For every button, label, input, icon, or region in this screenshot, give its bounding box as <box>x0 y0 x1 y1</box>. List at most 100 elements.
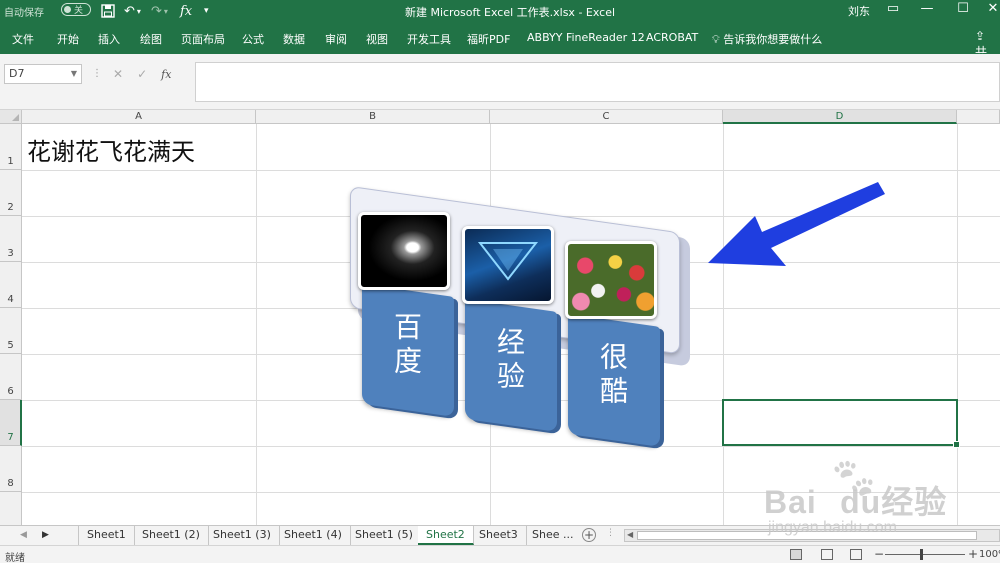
page-layout-view-icon[interactable] <box>821 549 833 560</box>
ribbon-display-icon[interactable]: ▭ <box>878 0 908 20</box>
title-bar: 自动保存 关 ↶ ▾ ↷ ▾ fx ▾ 新建 Microsoft Excel 工作表… <box>0 0 1000 22</box>
tab-formulas[interactable]: 公式 <box>242 31 264 47</box>
tab-page-layout[interactable]: 页面布局 <box>181 31 225 47</box>
scrollbar-thumb[interactable] <box>637 531 977 540</box>
tab-foxit-pdf[interactable]: 福昕PDF <box>467 31 510 47</box>
formula-bar-grip[interactable]: ⋮ <box>92 68 102 79</box>
panel-2[interactable]: 经 验 <box>465 299 557 432</box>
row-number: 4 <box>7 294 14 305</box>
panel-1[interactable]: 百 度 <box>362 284 454 417</box>
panel-2-text: 经 验 <box>465 325 557 393</box>
sheet-tab-sheet1-4[interactable]: Sheet1 (4) <box>276 526 351 545</box>
row-number: 3 <box>7 248 14 259</box>
scroll-left-arrow-icon[interactable]: ◀ <box>627 530 633 539</box>
panel-char: 百 <box>393 310 422 344</box>
sheet-tab-sheet1-5[interactable]: Sheet1 (5) <box>347 526 422 545</box>
panel-char: 经 <box>496 325 525 359</box>
horizontal-scrollbar[interactable]: ◀ <box>624 529 1000 542</box>
chevron-down-icon[interactable]: ▼ <box>71 65 77 83</box>
add-sheet-icon[interactable]: + <box>582 528 596 542</box>
enter-icon[interactable]: ✓ <box>137 67 147 81</box>
row-header-1[interactable]: 1 <box>0 124 22 170</box>
scroll-left-icon[interactable]: ◀ <box>20 530 27 540</box>
panel-1-text: 百 度 <box>362 310 454 378</box>
column-header-c[interactable]: C <box>490 110 723 124</box>
row-number: 6 <box>7 386 14 397</box>
row-header-9[interactable] <box>0 492 22 525</box>
tab-developer[interactable]: 开发工具 <box>407 31 451 47</box>
sheet-tab-sheet1[interactable]: Sheet1 <box>78 526 135 545</box>
column-header-a[interactable]: A <box>22 110 256 124</box>
column-header-d[interactable]: D <box>723 110 957 124</box>
row-number: 7 <box>7 432 14 443</box>
row-header-8[interactable]: 8 <box>0 446 22 492</box>
sheet-tab-sheet3[interactable]: Sheet3 <box>471 526 527 545</box>
formula-bar-area: D7 ▼ ⋮ ✕ ✓ fx <box>0 54 1000 110</box>
row-header-2[interactable]: 2 <box>0 170 22 216</box>
active-cell-d7[interactable] <box>722 399 960 448</box>
tulips-photo[interactable] <box>565 241 657 319</box>
formula-bar-buttons: ✕ ✓ fx <box>105 64 195 84</box>
portrait-photo[interactable] <box>358 212 450 290</box>
select-all-corner[interactable] <box>0 110 22 124</box>
zoom-in-icon[interactable]: + <box>968 547 978 561</box>
tab-view[interactable]: 视图 <box>366 31 388 47</box>
row-header-3[interactable]: 3 <box>0 216 22 262</box>
zoom-level[interactable]: 100% <box>979 549 1000 560</box>
close-icon[interactable]: ✕ <box>978 0 1000 20</box>
tab-insert[interactable]: 插入 <box>98 31 120 47</box>
panel-char: 验 <box>496 359 525 393</box>
tab-abbyy[interactable]: ABBYY FineReader 12 <box>527 31 645 44</box>
page-break-view-icon[interactable] <box>850 549 862 560</box>
tab-file[interactable]: 文件 <box>12 31 34 47</box>
gridline <box>22 492 1000 493</box>
scroll-right-icon[interactable]: ▶ <box>42 530 49 540</box>
panel-3[interactable]: 很 酷 <box>568 314 660 447</box>
zoom-slider-thumb[interactable] <box>920 549 923 560</box>
sheet-tab-sheet1-3[interactable]: Sheet1 (3) <box>205 526 280 545</box>
row-number: 1 <box>7 156 14 167</box>
arrow-icon <box>708 182 885 266</box>
row-header-5[interactable]: 5 <box>0 308 22 354</box>
tab-split-grip[interactable]: ⋮ <box>606 528 615 538</box>
blue-prism-photo[interactable] <box>462 226 554 304</box>
zoom-slider[interactable] <box>885 554 965 555</box>
zoom-out-icon[interactable]: − <box>874 547 884 561</box>
formula-input[interactable] <box>195 62 1000 102</box>
tab-home[interactable]: 开始 <box>57 31 79 47</box>
row-number: 8 <box>7 478 14 489</box>
row-header-4[interactable]: 4 <box>0 262 22 308</box>
panel-char: 很 <box>599 340 628 374</box>
gridline <box>256 124 257 525</box>
user-name[interactable]: 刘东 <box>848 3 870 19</box>
column-header-b[interactable]: B <box>256 110 490 124</box>
tab-review[interactable]: 审阅 <box>325 31 347 47</box>
tell-me-text: 告诉我你想要做什么 <box>723 33 823 46</box>
row-number: 2 <box>7 202 14 213</box>
sheet-tab-more[interactable]: Shee ... <box>524 526 581 545</box>
maximize-icon[interactable]: ☐ <box>948 0 978 20</box>
cancel-icon[interactable]: ✕ <box>113 67 123 81</box>
tell-me-box[interactable]: 💡︎ 告诉我你想要做什么 <box>712 31 822 47</box>
normal-view-icon[interactable] <box>790 549 802 560</box>
column-header-e[interactable] <box>957 110 1000 124</box>
sheet-tab-sheet1-2[interactable]: Sheet1 (2) <box>134 526 209 545</box>
tab-data[interactable]: 数据 <box>283 31 305 47</box>
row-header-6[interactable]: 6 <box>0 354 22 400</box>
cell-a1[interactable]: 花谢花飞花满天 <box>27 132 195 167</box>
name-box[interactable]: D7 ▼ <box>4 64 82 84</box>
lightbulb-icon: 💡︎ <box>712 33 720 46</box>
tab-acrobat[interactable]: ACROBAT <box>646 31 698 44</box>
gridline <box>22 170 1000 171</box>
sheet-tab-sheet2[interactable]: Sheet2 <box>418 526 474 545</box>
fx-icon[interactable]: fx <box>161 68 171 81</box>
prism-shape <box>477 242 539 281</box>
minimize-icon[interactable]: — <box>912 0 942 20</box>
name-box-value: D7 <box>9 67 25 80</box>
smartart-graphic[interactable]: 百 度 经 验 很 酷 <box>350 186 690 448</box>
share-icon: ⇪ <box>975 29 986 43</box>
gridline <box>957 124 958 525</box>
ribbon-tabs: 文件 开始 插入 绘图 页面布局 公式 数据 审阅 视图 开发工具 福昕PDF … <box>0 22 1000 59</box>
tab-draw[interactable]: 绘图 <box>140 31 162 47</box>
row-header-7[interactable]: 7 <box>0 400 22 446</box>
